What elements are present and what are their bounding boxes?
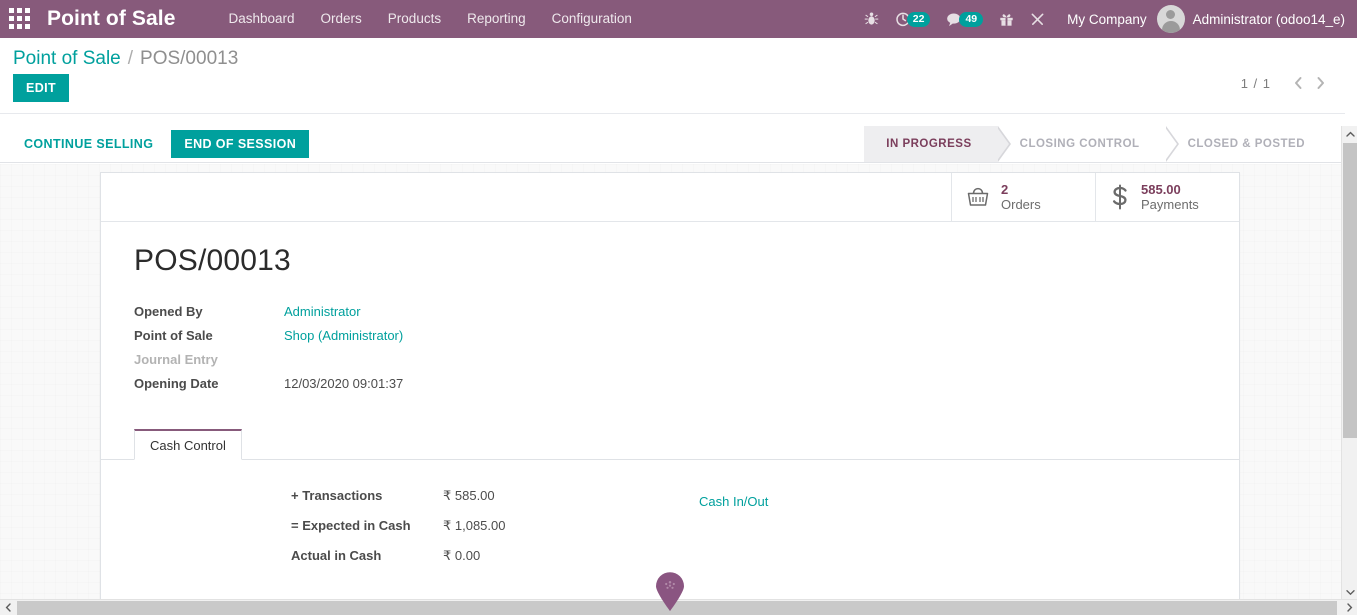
notebook-tabs: Cash Control	[101, 428, 1239, 460]
dollar-sign-icon	[1110, 184, 1130, 210]
cash-control-panel: + Transactions ₹ 585.00 = Expected in Ca…	[101, 460, 1239, 601]
menu-item-products[interactable]: Products	[375, 0, 454, 38]
cash-row-actual-value: ₹ 0.00	[443, 548, 481, 563]
tab-cash-control[interactable]: Cash Control	[134, 429, 242, 460]
top-navbar: Point of Sale Dashboard Orders Products …	[0, 0, 1357, 38]
control-panel-buttons: EDIT 1 / 1	[0, 68, 1345, 113]
stage-closing-control[interactable]: CLOSING CONTROL	[998, 126, 1179, 162]
gift-icon[interactable]	[991, 0, 1022, 38]
messages-count-badge: 49	[959, 11, 984, 27]
cash-row-transactions-label: + Transactions	[291, 488, 383, 503]
scroll-up-icon[interactable]	[1342, 126, 1357, 143]
field-journal-entry: Journal Entry	[134, 352, 1239, 376]
cash-row-expected-label: = Expected in Cash	[291, 518, 411, 533]
cash-row-transactions: + Transactions ₹ 585.00	[101, 488, 1239, 518]
scroll-right-icon[interactable]	[1341, 600, 1357, 615]
breadcrumb-current: POS/00013	[140, 48, 239, 69]
field-opening-date: Opening Date 12/03/2020 09:01:37	[134, 376, 1239, 400]
stat-orders-value: 2	[1001, 182, 1009, 197]
stat-payments-value: 585.00	[1141, 182, 1181, 197]
pager: 1 / 1	[1241, 72, 1331, 94]
stage-closed-and-posted-label: CLOSED & POSTED	[1187, 138, 1305, 150]
page-title: POS/00013	[134, 244, 291, 277]
cash-in-out-link[interactable]: Cash In/Out	[699, 494, 768, 509]
cash-row-actual-label: Actual in Cash	[291, 548, 382, 563]
field-opened-by: Opened By Administrator	[134, 304, 1239, 328]
stage-closing-control-label: CLOSING CONTROL	[1019, 138, 1140, 150]
control-panel: Point of Sale / POS/00013 EDIT 1 / 1	[0, 38, 1345, 114]
record-fields: Opened By Administrator Point of Sale Sh…	[101, 278, 1239, 400]
horizontal-scrollbar[interactable]	[0, 599, 1357, 615]
vertical-scrollbar-thumb[interactable]	[1343, 143, 1357, 438]
pager-previous-icon[interactable]	[1287, 72, 1309, 94]
form-status-bar: CONTINUE SELLING END OF SESSION IN PROGR…	[0, 126, 1345, 163]
field-point-of-sale-label: Point of Sale	[134, 328, 213, 343]
menu-item-configuration[interactable]: Configuration	[539, 0, 645, 38]
stage-closed-and-posted[interactable]: CLOSED & POSTED	[1166, 126, 1331, 162]
apps-menu-icon[interactable]	[9, 8, 31, 30]
pager-value: 1 / 1	[1240, 75, 1271, 91]
field-opening-date-value: 12/03/2020 09:01:37	[284, 376, 404, 391]
app-brand-title[interactable]: Point of Sale	[47, 7, 175, 31]
debug-bug-icon[interactable]	[856, 0, 887, 38]
field-opened-by-value[interactable]: Administrator	[284, 304, 361, 319]
menu-item-orders[interactable]: Orders	[308, 0, 375, 38]
menu-item-dashboard[interactable]: Dashboard	[215, 0, 307, 38]
status-bar-actions: CONTINUE SELLING END OF SESSION	[0, 130, 310, 158]
stage-in-progress-label: IN PROGRESS	[886, 138, 972, 150]
form-sheet: 2 Orders 585.00 Payments POS/00013 Opene…	[100, 172, 1240, 601]
cash-row-expected: = Expected in Cash ₹ 1,085.00	[101, 518, 1239, 548]
form-scroll-area: 2 Orders 585.00 Payments POS/00013 Opene…	[0, 164, 1345, 601]
status-pipeline: IN PROGRESS CLOSING CONTROL CLOSED & POS…	[864, 126, 1345, 162]
tools-icon[interactable]	[1022, 0, 1053, 38]
activity-count-badge: 22	[906, 11, 931, 27]
scroll-left-icon[interactable]	[0, 600, 16, 615]
user-menu-label: Administrator (odoo14_e)	[1192, 11, 1345, 27]
main-menu: Dashboard Orders Products Reporting Conf…	[215, 0, 644, 38]
vertical-scrollbar[interactable]	[1341, 126, 1357, 601]
shopping-basket-icon	[966, 186, 990, 208]
horizontal-scrollbar-thumb[interactable]	[17, 601, 1337, 615]
cash-row-expected-value: ₹ 1,085.00	[443, 518, 506, 533]
field-point-of-sale: Point of Sale Shop (Administrator)	[134, 328, 1239, 352]
breadcrumb-separator: /	[127, 48, 134, 69]
stat-payments-label: Payments	[1141, 197, 1199, 212]
continue-selling-button[interactable]: CONTINUE SELLING	[14, 131, 163, 157]
systray: 22 49 My Company Administrator (odoo14_e…	[856, 0, 1357, 38]
stage-in-progress[interactable]: IN PROGRESS	[864, 126, 1011, 162]
avatar	[1156, 5, 1185, 33]
cash-row-actual: Actual in Cash ₹ 0.00	[101, 548, 1239, 578]
end-of-session-button[interactable]: END OF SESSION	[171, 130, 310, 158]
stat-button-box: 2 Orders 585.00 Payments	[101, 173, 1239, 222]
field-journal-entry-label: Journal Entry	[134, 352, 218, 367]
cash-row-transactions-value: ₹ 585.00	[443, 488, 495, 503]
breadcrumb: Point of Sale / POS/00013	[0, 38, 1345, 70]
user-menu[interactable]: Administrator (odoo14_e)	[1156, 5, 1349, 33]
activity-clock-icon[interactable]: 22	[887, 0, 939, 38]
menu-item-reporting[interactable]: Reporting	[454, 0, 539, 38]
stat-button-payments[interactable]: 585.00 Payments	[1095, 173, 1239, 221]
messages-chat-icon[interactable]: 49	[938, 0, 991, 38]
breadcrumb-root-link[interactable]: Point of Sale	[13, 48, 121, 70]
field-opening-date-label: Opening Date	[134, 376, 219, 391]
company-switcher[interactable]: My Company	[1053, 12, 1157, 27]
field-point-of-sale-value[interactable]: Shop (Administrator)	[284, 328, 403, 343]
pager-next-icon[interactable]	[1309, 72, 1331, 94]
edit-button[interactable]: EDIT	[13, 74, 70, 102]
stat-orders-label: Orders	[1001, 197, 1041, 212]
stat-button-orders[interactable]: 2 Orders	[951, 173, 1095, 221]
field-opened-by-label: Opened By	[134, 304, 203, 319]
